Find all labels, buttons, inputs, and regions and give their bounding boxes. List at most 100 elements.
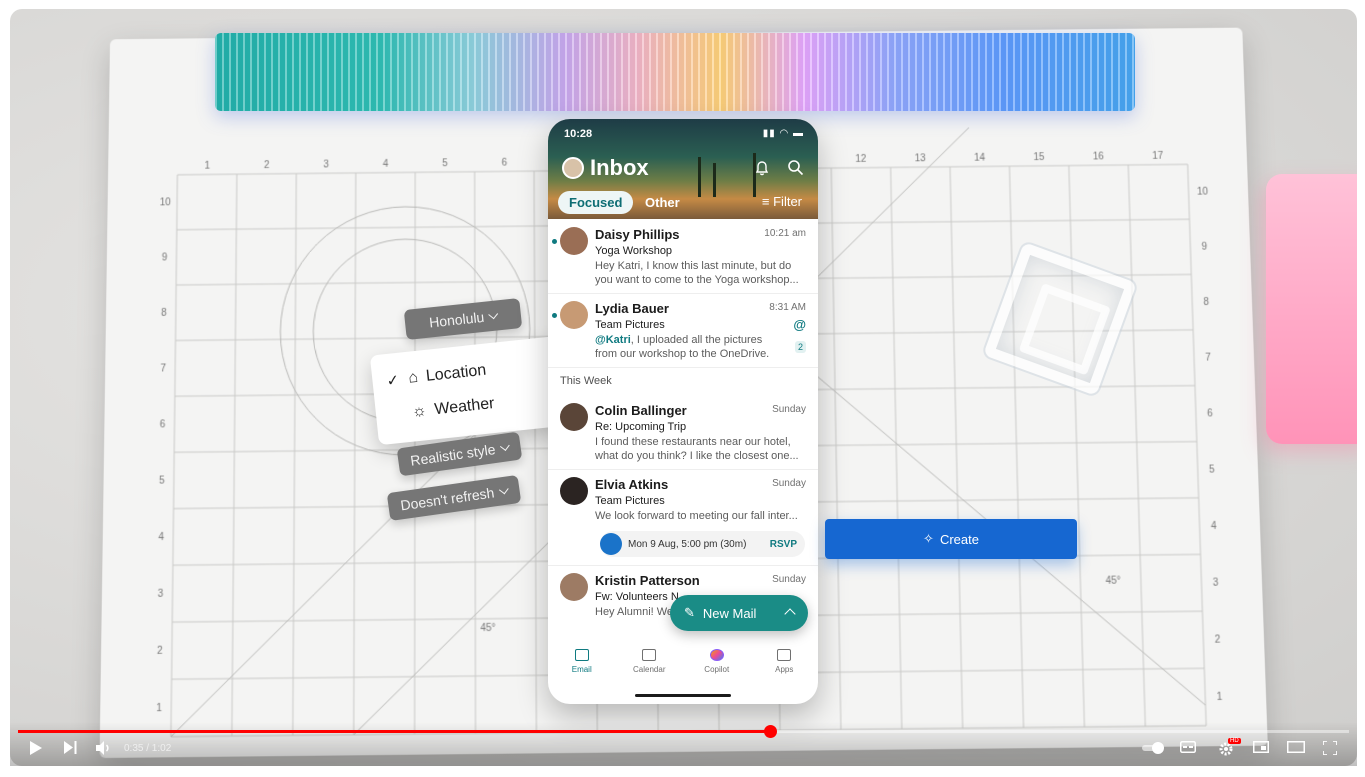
home-indicator (635, 694, 731, 697)
chevron-up-icon (784, 608, 796, 620)
filter-button[interactable]: ≡ Filter (762, 194, 802, 209)
new-mail-button[interactable]: ✎ New Mail (670, 595, 808, 631)
nav-calendar[interactable]: Calendar (616, 643, 684, 683)
grid-line (534, 171, 536, 733)
checkmark-icon: ✓ (385, 371, 401, 391)
axis-number: 2 (264, 160, 270, 171)
captions-icon[interactable] (1180, 741, 1196, 753)
volume-icon[interactable] (96, 741, 112, 755)
angle-label: 45° (1105, 575, 1121, 586)
theater-mode-icon[interactable] (1287, 741, 1305, 753)
gradient-ribbon-decoration (215, 33, 1135, 111)
calendar-icon (600, 533, 622, 555)
create-button-label: Create (939, 531, 979, 547)
axis-number: 4 (1211, 521, 1217, 532)
grid-line (232, 174, 237, 736)
timestamp: Sunday (772, 478, 806, 489)
new-mail-label: New Mail (702, 605, 757, 621)
pink-block-decoration (1266, 174, 1357, 444)
menu-item-location-label: Location (425, 361, 488, 385)
autoplay-toggle-icon[interactable] (1142, 742, 1166, 754)
rsvp-button[interactable]: RSVP (770, 539, 797, 550)
axis-number: 9 (1201, 242, 1207, 253)
axis-number: 4 (158, 532, 164, 543)
timestamp: 10:21 am (764, 228, 806, 239)
sun-icon: ☼ (411, 402, 428, 421)
location-chip-label: Honolulu (428, 308, 485, 331)
event-invite[interactable]: Mon 9 Aug, 5:00 pm (30m) RSVP (600, 531, 805, 557)
tab-focused[interactable]: Focused (558, 191, 634, 214)
axis-number: 7 (1205, 352, 1211, 363)
axis-number: 2 (1215, 634, 1221, 645)
grid-line (171, 175, 178, 737)
axis-number: 1 (156, 703, 162, 714)
axis-number: 9 (162, 252, 168, 263)
avatar (560, 403, 588, 431)
grid-line (354, 173, 356, 735)
play-icon[interactable] (30, 741, 42, 755)
axis-number: 6 (160, 419, 166, 430)
fullscreen-icon[interactable] (1323, 741, 1337, 755)
building-icon: ⌂ (407, 368, 419, 387)
list-item[interactable]: Daisy Phillips 10:21 am Yoga Workshop He… (548, 227, 818, 287)
axis-number: 3 (1213, 577, 1219, 588)
scrubber-handle[interactable] (764, 725, 777, 738)
next-icon[interactable] (64, 741, 77, 754)
avatar (560, 573, 588, 601)
timestamp: Sunday (772, 404, 806, 415)
axis-number: 7 (160, 363, 166, 374)
list-item[interactable]: Lydia Bauer 8:31 AM Team Pictures @Katri… (548, 301, 818, 361)
axis-number: 10 (1197, 187, 1209, 198)
timestamp: Sunday (772, 574, 806, 585)
avatar (560, 477, 588, 505)
list-item[interactable]: Elvia Atkins Sunday Team Pictures We loo… (548, 477, 818, 523)
preview: Hey Katri, I know this last minute, but … (595, 260, 799, 286)
mention-at-icon: @ (793, 317, 806, 332)
nav-email-label: Email (571, 665, 592, 674)
mention: @Katri (595, 334, 631, 346)
axis-number: 12 (855, 154, 867, 165)
grid-line (891, 167, 902, 729)
sparkle-icon: ✧ (923, 531, 934, 546)
subject: Team Pictures (595, 319, 665, 331)
axis-number: 6 (1207, 408, 1213, 419)
create-button[interactable]: ✧ Create (825, 519, 1077, 559)
avatar[interactable] (562, 157, 584, 179)
progress-fill (18, 730, 770, 733)
axis-number: 3 (323, 159, 329, 170)
nav-copilot[interactable]: Copilot (683, 643, 751, 683)
chevron-down-icon (499, 440, 510, 451)
event-date: Mon 9 Aug, 5:00 pm (30m) (628, 538, 747, 550)
search-icon[interactable] (787, 159, 804, 176)
axis-number: 6 (502, 158, 508, 169)
axis-number: 14 (974, 153, 986, 164)
axis-number: 2 (157, 646, 163, 657)
axis-number: 8 (1203, 297, 1209, 308)
page-title: Inbox (590, 155, 649, 180)
status-icons: ▮▮ ◠ ▬ (762, 128, 804, 139)
style-chip-label: Realistic style (409, 441, 497, 469)
progress-bar[interactable] (18, 725, 1349, 738)
bottom-nav: Email Calendar Copilot Apps (548, 643, 818, 683)
nav-apps[interactable]: Apps (751, 643, 819, 683)
nav-apps-label: Apps (775, 665, 794, 674)
bell-icon[interactable] (754, 160, 770, 176)
timestamp: 8:31 AM (769, 302, 806, 313)
axis-number: 15 (1033, 152, 1045, 163)
section-header: This Week (560, 375, 612, 387)
apps-icon (777, 649, 792, 661)
calendar-icon (642, 649, 657, 661)
tab-other[interactable]: Other (645, 195, 680, 210)
filter-icon: ≡ (761, 194, 774, 209)
filter-label: Filter (773, 194, 802, 209)
timecode: 0:35 / 1:02 (124, 743, 172, 754)
mail-icon (574, 649, 589, 661)
chevron-down-icon (498, 484, 509, 494)
menu-item-weather-label: Weather (433, 394, 496, 419)
copilot-icon (709, 649, 724, 661)
preview: I found these restaurants near our hotel… (595, 436, 799, 462)
list-item[interactable]: Colin Ballinger Sunday Re: Upcoming Trip… (548, 403, 818, 463)
unread-dot (552, 313, 557, 318)
nav-email[interactable]: Email (548, 643, 616, 683)
miniplayer-icon[interactable] (1253, 741, 1269, 753)
